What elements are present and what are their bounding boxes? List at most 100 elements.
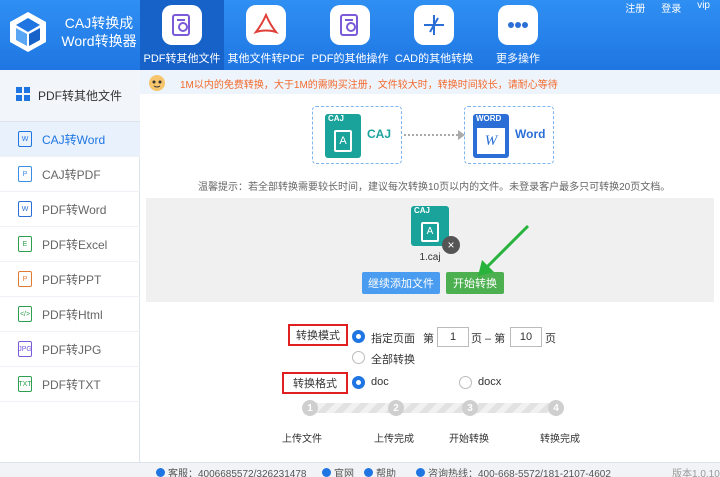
- sidebar-item-pdf-to-txt[interactable]: TXT PDF转TXT: [0, 367, 140, 402]
- from-page-input[interactable]: 1: [437, 327, 469, 347]
- target-format-label: Word: [515, 127, 546, 141]
- vip-link[interactable]: vip: [697, 0, 710, 15]
- help-icon: [364, 468, 373, 477]
- tab-label: PDF的其他操作: [311, 53, 389, 65]
- word-file-icon: WORD W: [473, 114, 509, 158]
- tab-cad-convert[interactable]: CAD的其他转换: [392, 0, 476, 70]
- page-mid-text: 页 – 第: [471, 333, 506, 345]
- file-tag: CAJ: [414, 206, 431, 215]
- tab-other-to-pdf[interactable]: 其他文件转PDF: [224, 0, 308, 70]
- qq-icon: [156, 468, 165, 477]
- jpg-icon: JPG: [18, 341, 32, 357]
- step-2-label: 上传完成: [374, 434, 414, 445]
- sidebar-item-label: PDF转JPG: [42, 342, 102, 357]
- app-header: CAJ转换成 Word转换器 PDF转其他文件 其他文件转PDF PDF的其他操…: [0, 0, 720, 70]
- gear-doc-icon: [162, 5, 202, 45]
- tab-label: PDF转其他文件: [143, 53, 221, 65]
- sidebar-header-label: PDF转其他文件: [38, 89, 123, 103]
- specific-pages-radio[interactable]: [352, 330, 365, 343]
- tab-label: CAD的其他转换: [394, 53, 474, 65]
- sidebar-item-label: PDF转TXT: [42, 377, 101, 392]
- sidebar-header: PDF转其他文件: [0, 70, 140, 122]
- version-text: 版本1.0.10: [672, 469, 720, 477]
- target-format-box: WORD W Word: [464, 106, 554, 164]
- add-more-files-button[interactable]: 继续添加文件: [362, 272, 440, 294]
- sidebar: PDF转其他文件 W CAJ转Word P CAJ转PDF W PDF转Word…: [0, 70, 140, 462]
- sidebar-item-caj-to-word[interactable]: W CAJ转Word: [0, 122, 140, 157]
- docx-format-label: docx: [478, 376, 502, 388]
- word-icon: W: [18, 201, 32, 217]
- sidebar-item-pdf-to-excel[interactable]: E PDF转Excel: [0, 227, 140, 262]
- convert-mode-label: 转换模式: [288, 324, 348, 346]
- support-contact: 客服：4006685572/326231478: [156, 465, 306, 477]
- progress-track: [310, 403, 558, 413]
- sidebar-item-label: PDF转Word: [42, 202, 107, 217]
- tip-text: 温馨提示：若全部转换需要较长时间，建议每次转换10页以内的文件。未登录客户最多只…: [198, 182, 671, 193]
- convert-format-label: 转换格式: [282, 372, 348, 394]
- source-format-box: CAJ A CAJ: [312, 106, 402, 164]
- sidebar-item-pdf-to-html[interactable]: </> PDF转Html: [0, 297, 140, 332]
- app-title-line1: CAJ转换成: [64, 15, 134, 31]
- official-site-text: 官网: [334, 469, 354, 477]
- tab-label: 更多操作: [496, 53, 540, 65]
- cad-icon: [414, 5, 454, 45]
- sidebar-item-label: PDF转PPT: [42, 272, 102, 287]
- help-link[interactable]: 帮助: [364, 465, 396, 477]
- gear-doc-icon: [330, 5, 370, 45]
- flow-arrow: [404, 134, 462, 136]
- sidebar-item-label: CAJ转PDF: [42, 167, 101, 182]
- app-title: CAJ转换成 Word转换器: [54, 14, 144, 50]
- step-3-label: 开始转换: [449, 434, 489, 445]
- tab-more-ops[interactable]: 更多操作: [476, 0, 560, 70]
- step-2-dot: 2: [388, 400, 404, 416]
- grid-icon: [16, 87, 30, 104]
- pdf-file-icon: P: [18, 166, 32, 182]
- specific-pages-label: 指定页面: [371, 333, 415, 345]
- help-text: 帮助: [376, 469, 396, 477]
- tab-pdf-to-other[interactable]: PDF转其他文件: [140, 0, 224, 70]
- doc-format-label: doc: [371, 376, 389, 388]
- tab-label: 其他文件转PDF: [227, 53, 305, 65]
- step-1-dot: 1: [302, 400, 318, 416]
- sidebar-item-label: PDF转Excel: [42, 237, 108, 252]
- step-4-dot: 4: [548, 400, 564, 416]
- app-logo-icon: [6, 10, 50, 54]
- txt-icon: TXT: [18, 376, 32, 392]
- sidebar-item-pdf-to-ppt[interactable]: P PDF转PPT: [0, 262, 140, 297]
- more-icon: [498, 5, 538, 45]
- caj-file-icon: CAJ A: [325, 114, 361, 158]
- all-pages-label: 全部转换: [371, 354, 415, 366]
- source-format-label: CAJ: [367, 127, 392, 141]
- sidebar-item-caj-to-pdf[interactable]: P CAJ转PDF: [0, 157, 140, 192]
- all-pages-radio[interactable]: [352, 351, 365, 364]
- official-site-link[interactable]: 官网: [322, 465, 354, 477]
- sidebar-item-pdf-to-jpg[interactable]: JPG PDF转JPG: [0, 332, 140, 367]
- hotline-text: 咨询热线：400-668-5572/181-2107-4602: [428, 469, 611, 477]
- login-link[interactable]: 登录: [661, 0, 681, 15]
- top-links: 注册 登录 vip: [625, 0, 710, 15]
- file-glyph: A: [334, 130, 352, 152]
- pointer-arrow-icon: [478, 224, 530, 276]
- support-contact-text: 客服：4006685572/326231478: [168, 469, 307, 477]
- notice-text: 1M以内的免费转换，大于1M的需购买注册，文件较大时，转换时间较长，请耐心等待: [180, 80, 558, 91]
- sidebar-item-pdf-to-word[interactable]: W PDF转Word: [0, 192, 140, 227]
- page-prefix-text: 第: [423, 333, 434, 345]
- file-name: 1.caj: [419, 252, 441, 263]
- sidebar-item-label: CAJ转Word: [42, 132, 106, 147]
- step-1-label: 上传文件: [282, 434, 322, 445]
- file-glyph: A: [421, 222, 439, 242]
- pdf-icon: [246, 5, 286, 45]
- page-suffix-text: 页: [545, 333, 556, 345]
- mascot-icon: [146, 70, 168, 94]
- step-4-label: 转换完成: [540, 434, 580, 445]
- docx-format-radio[interactable]: [459, 376, 472, 389]
- to-page-input[interactable]: 10: [510, 327, 542, 347]
- file-tag: CAJ: [328, 114, 345, 123]
- html-icon: </>: [18, 306, 32, 322]
- sidebar-item-label: PDF转Html: [42, 307, 103, 322]
- file-tag: WORD: [476, 114, 502, 123]
- doc-format-radio[interactable]: [352, 376, 365, 389]
- tab-pdf-other-ops[interactable]: PDF的其他操作: [308, 0, 392, 70]
- register-link[interactable]: 注册: [625, 0, 645, 15]
- hotline: 咨询热线：400-668-5572/181-2107-4602: [416, 465, 611, 477]
